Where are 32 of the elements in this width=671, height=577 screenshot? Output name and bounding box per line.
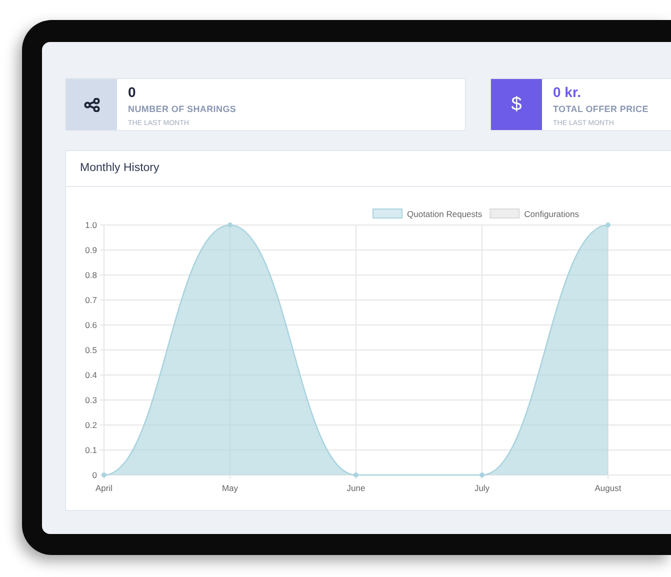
- axis-label: 0.2: [85, 420, 97, 430]
- legend-swatch[interactable]: [490, 208, 520, 218]
- stat-label: NUMBER OF SHARINGS: [128, 103, 236, 116]
- axis-label: 0.6: [85, 320, 97, 330]
- axis-label: May: [222, 483, 238, 493]
- data-point: [606, 222, 610, 228]
- share-icon: [84, 98, 100, 112]
- legend-label[interactable]: Quotation Requests: [407, 209, 482, 219]
- data-point: [480, 472, 484, 478]
- data-point: [228, 222, 232, 228]
- axis-label: 0.7: [85, 295, 97, 305]
- axis-label: 0.3: [85, 395, 97, 405]
- axis-label: April: [96, 483, 112, 493]
- card-title: Monthly History: [80, 160, 160, 176]
- data-point: [354, 472, 358, 478]
- axis-label: 1.0: [85, 220, 97, 230]
- stat-label: TOTAL OFFER PRICE: [553, 103, 648, 116]
- legend-swatch[interactable]: [372, 208, 402, 218]
- stat-value: 0 kr.: [553, 85, 582, 99]
- stat-value: 0: [128, 85, 137, 99]
- axis-label: 0: [92, 470, 97, 480]
- axis-label: June: [346, 483, 366, 493]
- axis-label: July: [474, 483, 490, 493]
- axis-label: 0.9: [85, 245, 97, 255]
- axis-label: 0.1: [85, 445, 97, 455]
- axis-label: 0.8: [85, 270, 97, 280]
- legend-label[interactable]: Configurations: [524, 209, 579, 219]
- axis-label: 0.5: [85, 345, 97, 355]
- axis-label: August: [594, 483, 622, 493]
- dollar-icon: $: [511, 95, 522, 114]
- data-point: [102, 472, 106, 478]
- axis-label: 0.4: [85, 370, 97, 380]
